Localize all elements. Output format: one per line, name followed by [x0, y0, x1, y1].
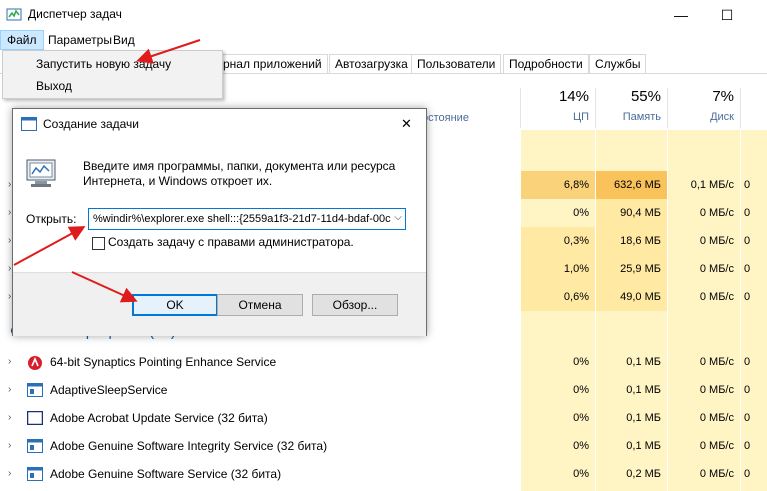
arrow-to-run-new-task — [136, 39, 201, 64]
arrow-to-open-input — [13, 226, 86, 266]
arrow-to-ok-button — [71, 271, 138, 303]
annotation-arrows — [13, 39, 201, 303]
